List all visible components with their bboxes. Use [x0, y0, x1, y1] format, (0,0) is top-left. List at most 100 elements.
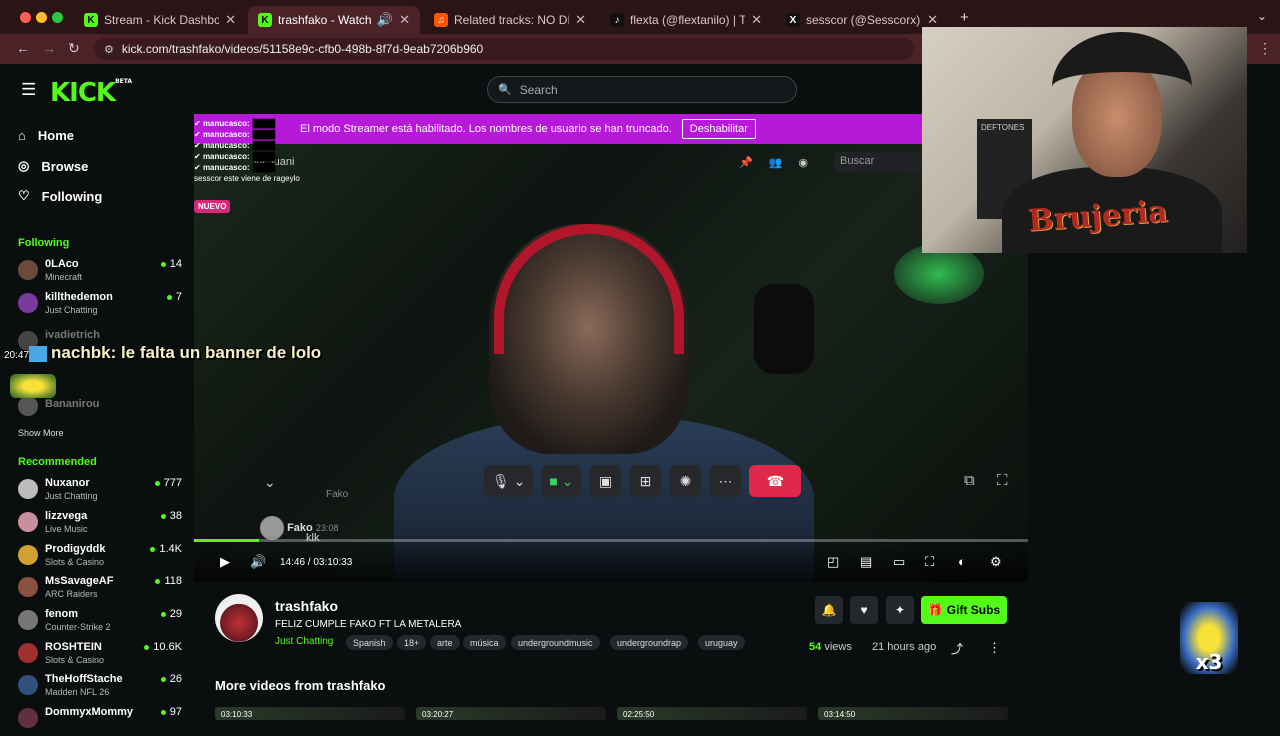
kick-logo[interactable]: KICKBETA: [50, 78, 132, 108]
tab-title: Related tracks: NO DIGAS MA: [454, 13, 570, 27]
show-more-button[interactable]: Show More: [18, 428, 64, 438]
recommended-channel-prodigyddk[interactable]: Prodigyddk Slots & Casino 1.4K: [18, 543, 184, 573]
tag-uruguay[interactable]: uruguay: [698, 635, 745, 650]
disable-streamer-mode-button[interactable]: Deshabilitar: [681, 119, 756, 139]
browser-menu-icon[interactable]: ⋮: [1258, 40, 1272, 57]
tag-18plus[interactable]: 18+: [397, 635, 427, 650]
tab-close-icon[interactable]: ✕: [399, 12, 410, 28]
notification-bell-button[interactable]: 🔔: [815, 596, 843, 624]
chat-line: ✔ manucasco: ████: [194, 130, 276, 139]
forward-arrow-icon[interactable]: →: [42, 40, 56, 56]
playback-speed-icon[interactable]: ◐: [958, 554, 966, 569]
more-options-icon[interactable]: ⋯: [709, 465, 742, 497]
site-info-icon[interactable]: ⚙: [104, 43, 114, 56]
follow-heart-button[interactable]: ♥: [850, 596, 878, 624]
chat-line: ✔ manucasco: ████: [194, 152, 276, 161]
speaker-icon[interactable]: 🔊: [377, 12, 393, 28]
sidebar-item-home[interactable]: ⌂ Home: [18, 128, 74, 143]
tab-menu-chevron-icon[interactable]: ⌄: [1257, 9, 1267, 23]
window-minimize-button[interactable]: [36, 12, 47, 23]
stream-chat-overlay: ✔ manucasco: ████ ✔ manucasco: ████ ✔ manu…: [194, 118, 314, 213]
sparkle-icon: ✦: [894, 603, 906, 617]
volume-icon[interactable]: 🔊: [250, 554, 266, 570]
miniplayer-icon[interactable]: ◰: [827, 554, 839, 570]
more-videos-title: More videos from trashfako: [215, 678, 386, 693]
tag-undergroundrap[interactable]: undergroundrap: [610, 635, 689, 650]
browser-tab-tiktok[interactable]: ♪ flexta (@flextanilo) | TikTok ✕: [600, 6, 772, 34]
gift-subs-button[interactable]: 🎁 Gift Subs: [921, 596, 1007, 624]
following-channel-killthedemon[interactable]: killthedemon Just Chatting 7: [18, 291, 184, 321]
channel-avatar[interactable]: [215, 594, 263, 642]
category-link[interactable]: Just Chatting: [275, 636, 333, 647]
webcam-overlay: DEFTONES Brujeria: [922, 27, 1247, 253]
sparkle-button[interactable]: ✦: [886, 596, 914, 624]
tag-undergroundmusic[interactable]: undergroundmusic: [511, 635, 600, 650]
fullscreen-call-icon[interactable]: ⛶: [997, 472, 1008, 489]
back-arrow-icon[interactable]: ←: [16, 40, 30, 56]
more-options-icon[interactable]: ⋮: [988, 640, 1001, 656]
view-count: 54 views: [809, 641, 852, 653]
avatar: [18, 479, 38, 499]
thumbnail-duration: 02:25:50: [623, 710, 655, 719]
settings-gear-icon[interactable]: ⚙: [990, 554, 1002, 570]
browser-tab-related-tracks[interactable]: ♫ Related tracks: NO DIGAS MA ✕: [424, 6, 596, 34]
tag-musica[interactable]: música: [463, 635, 506, 650]
activities-icon[interactable]: ⊞: [629, 465, 662, 497]
video-thumbnail[interactable]: 02:25:50: [617, 707, 807, 720]
discord-toolbar-icons: 📌👥◉: [739, 156, 824, 169]
webcam-hair: [1052, 32, 1192, 142]
play-icon[interactable]: ▶: [220, 554, 230, 570]
browser-tab-kick-dashboard[interactable]: K Stream - Kick Dashboard ✕: [74, 6, 246, 34]
video-thumbnail[interactable]: 03:14:50: [818, 707, 1008, 720]
following-channel-0laco[interactable]: 0LAco Minecraft 14: [18, 258, 184, 288]
progress-bar[interactable]: [194, 539, 1028, 542]
recommended-channel-nuxanor[interactable]: Nuxanor Just Chatting 777: [18, 477, 184, 507]
recommended-channel-roshtein[interactable]: ROSHTEIN Slots & Casino 10.6K: [18, 641, 184, 671]
new-tab-icon[interactable]: +: [960, 9, 969, 26]
channel-name: fenom: [45, 608, 78, 620]
chevron-down-icon[interactable]: ⌄: [264, 474, 276, 491]
hamburger-menu-icon[interactable]: ☰: [21, 80, 36, 100]
x-favicon-icon: X: [786, 13, 800, 27]
channel-category: Madden NFL 26: [45, 687, 110, 697]
recommended-channel-thehoffstache[interactable]: TheHoffStache Madden NFL 26 26: [18, 673, 184, 703]
recommended-channel-mssavageaf[interactable]: MsSavageAF ARC Raiders 118: [18, 575, 184, 605]
video-thumbnail[interactable]: 03:20:27: [416, 707, 606, 720]
window-maximize-button[interactable]: [52, 12, 63, 23]
soundboard-icon[interactable]: ✺: [669, 465, 702, 497]
browser-tab-trashfako[interactable]: K trashfako - Watch the VO 🔊 ✕: [248, 6, 420, 34]
recommended-channel-dommyxmommy[interactable]: DommyxMommy 97: [18, 706, 184, 736]
time-current: 14:46: [280, 557, 306, 568]
chat-timestamp: 20:47: [4, 350, 30, 361]
share-icon[interactable]: ⤴: [951, 640, 963, 657]
microphone-icon[interactable]: 🎙 ⌄: [484, 465, 534, 497]
screen-share-icon[interactable]: ▣: [589, 465, 622, 497]
avatar: [18, 708, 38, 728]
recommended-channel-fenom[interactable]: fenom Counter-Strike 2 29: [18, 608, 184, 638]
reload-icon[interactable]: ↻: [68, 40, 80, 57]
camera-icon[interactable]: ■ ⌄: [541, 465, 582, 497]
video-thumbnail[interactable]: 03:10:33: [215, 707, 405, 720]
tab-close-icon[interactable]: ✕: [751, 12, 762, 28]
channel-name: ROSHTEIN: [45, 641, 102, 653]
url-field[interactable]: ⚙ kick.com/trashfako/videos/51158e9c-cfb…: [94, 38, 914, 60]
sidebar-item-browse[interactable]: ◎ Browse: [18, 158, 88, 174]
cast-icon[interactable]: ▤: [860, 554, 872, 570]
fullscreen-icon[interactable]: ⛶: [925, 554, 934, 570]
hang-up-button[interactable]: ☎: [749, 465, 802, 497]
avatar: [18, 643, 38, 663]
channel-name[interactable]: trashfako: [275, 598, 338, 614]
thumbnail-duration: 03:20:27: [422, 710, 454, 719]
recommended-channel-lizzvega[interactable]: lizzvega Live Music 38: [18, 510, 184, 540]
theater-mode-icon[interactable]: ▭: [893, 554, 905, 570]
tab-close-icon[interactable]: ✕: [225, 12, 236, 28]
tab-close-icon[interactable]: ✕: [927, 12, 938, 28]
tag-spanish[interactable]: Spanish: [346, 635, 393, 650]
window-close-button[interactable]: [20, 12, 31, 23]
logo-text: KICK: [50, 78, 116, 108]
sidebar-item-following[interactable]: ♡ Following: [18, 188, 102, 204]
tag-arte[interactable]: arte: [430, 635, 460, 650]
search-input[interactable]: 🔍 Search: [487, 76, 797, 103]
tab-close-icon[interactable]: ✕: [575, 12, 586, 28]
popout-icon[interactable]: ⧉: [964, 472, 975, 489]
